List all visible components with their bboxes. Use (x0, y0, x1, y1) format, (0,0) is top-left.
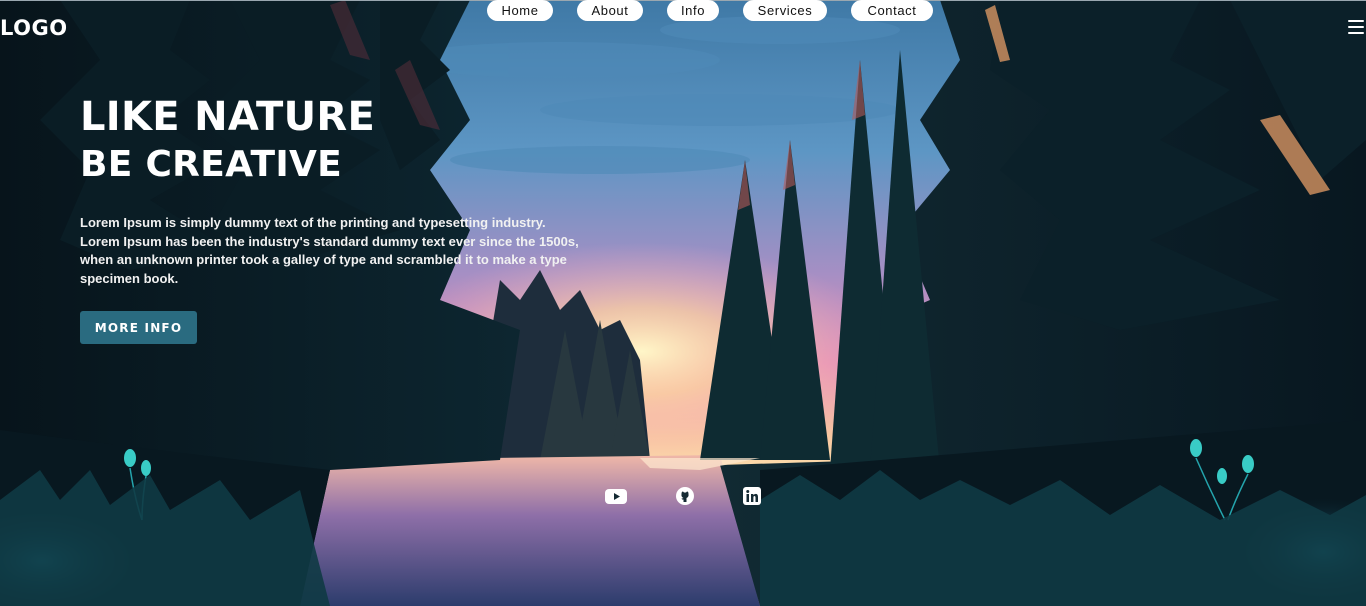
hero-title-line1: LIKE NATURE (80, 94, 376, 140)
youtube-icon[interactable] (605, 486, 627, 506)
hero-description-line: specimen book. (80, 270, 179, 286)
linkedin-icon[interactable] (742, 486, 764, 506)
github-icon[interactable] (675, 486, 697, 506)
hero-description-line: when an unknown printer took a galley of… (80, 252, 567, 267)
nav-info[interactable]: Info (667, 0, 719, 21)
hamburger-menu-icon[interactable] (1348, 20, 1364, 34)
hero-description: Lorem Ipsum is simply dummy text of the … (80, 214, 610, 288)
hero-title-line2: BE CREATIVE (80, 144, 343, 185)
more-info-button[interactable]: MORE INFO (80, 311, 197, 344)
nav-services[interactable]: Services (743, 0, 827, 21)
hero-description-line: Lorem Ipsum is simply dummy text of the … (80, 215, 546, 230)
nav-contact[interactable]: Contact (851, 0, 933, 21)
logo[interactable]: LOGO (0, 15, 68, 41)
hero-heading: LIKE NATURE BE CREATIVE (80, 92, 375, 188)
hero-description-line: Lorem Ipsum has been the industry's stan… (80, 233, 579, 249)
nav-about[interactable]: About (577, 0, 643, 21)
hero-background-illustration (0, 0, 1366, 606)
nav-home[interactable]: Home (487, 0, 553, 21)
